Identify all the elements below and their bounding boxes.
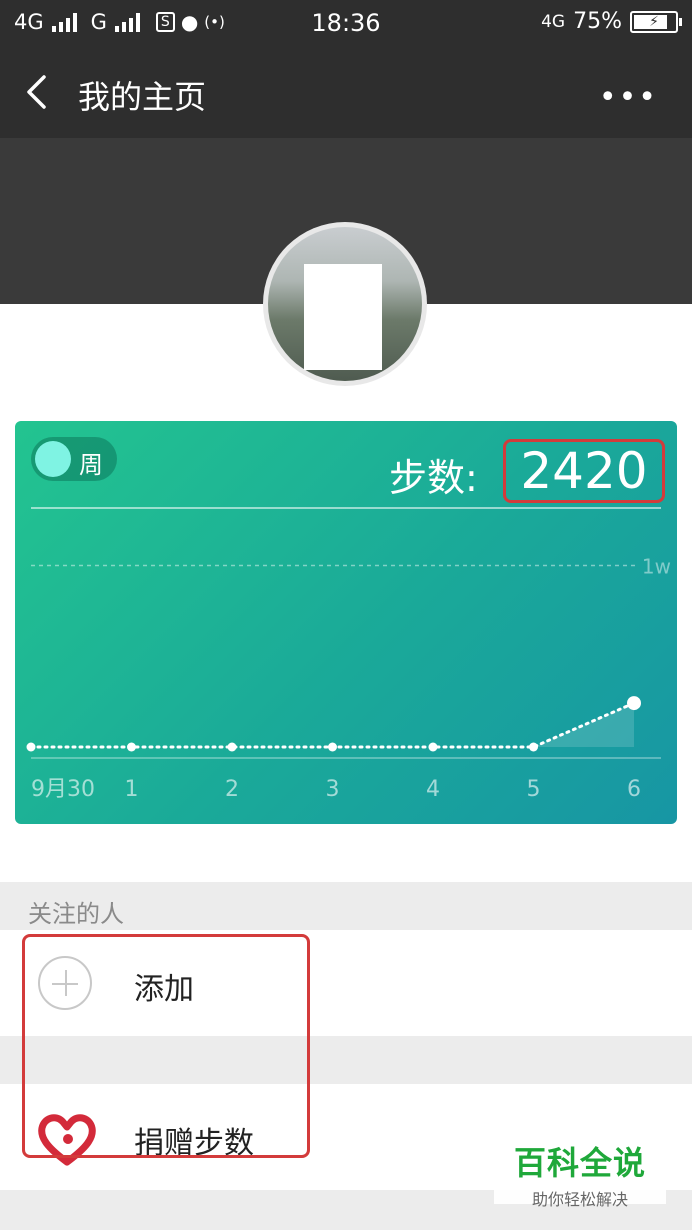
watermark-subtitle: 助你轻松解决 <box>531 1190 628 1209</box>
battery-icon: ⚡ <box>630 10 682 33</box>
avatar[interactable] <box>263 222 427 386</box>
avatar-redaction <box>304 264 382 370</box>
x-tick-label: 3 <box>326 777 340 802</box>
x-tick-label: 9月30 <box>31 777 95 802</box>
navigation-bar: 我的主页 ••• <box>0 46 692 138</box>
reference-line-label: 1w <box>642 554 671 578</box>
watermark-title: 百科全说 <box>513 1144 646 1182</box>
back-arrow-icon[interactable] <box>24 74 52 110</box>
data-point <box>529 742 538 752</box>
page-title: 我的主页 <box>78 78 207 116</box>
data-point <box>428 742 438 752</box>
step-card: 周 步数: 2420 1w 9月30 1 2 3 4 5 6 <box>15 421 677 824</box>
x-tick-label: 1 <box>125 777 139 802</box>
x-tick-label: 5 <box>527 777 541 802</box>
network-type-3: 4G <box>541 11 566 32</box>
weekly-steps-chart: 1w 9月30 1 2 3 4 5 6 <box>26 554 671 802</box>
watermark-logo: 百科全说 助你轻松解决 <box>494 1134 666 1209</box>
x-tick-label: 6 <box>627 777 641 802</box>
more-options-icon[interactable]: ••• <box>599 80 658 115</box>
section-title: 关注的人 <box>28 900 124 928</box>
data-point <box>26 742 36 752</box>
x-tick-label: 4 <box>426 777 440 802</box>
series-line <box>29 701 636 749</box>
data-point <box>127 742 136 752</box>
data-point <box>227 742 237 752</box>
status-bar: 4G G S ● (•) 18:36 4G 75% ⚡ <box>0 0 692 46</box>
data-point <box>627 696 641 711</box>
highlight-annotation <box>22 934 310 1158</box>
battery-percent: 75% <box>573 9 622 34</box>
data-point <box>328 742 337 752</box>
x-tick-label: 2 <box>225 777 239 802</box>
status-right: 4G 75% ⚡ <box>541 9 682 34</box>
